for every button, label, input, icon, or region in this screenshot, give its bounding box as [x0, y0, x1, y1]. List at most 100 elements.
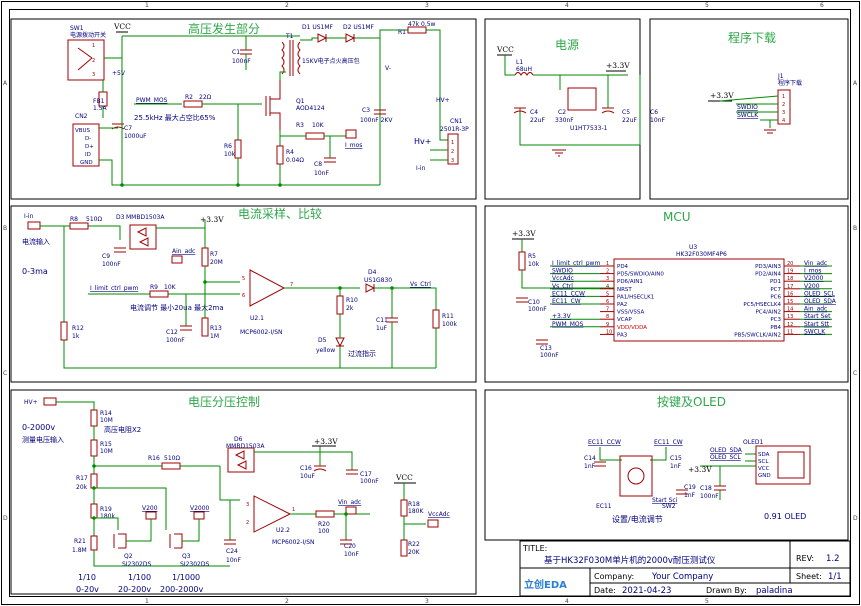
mcu-left-pin-num: 5 — [606, 291, 609, 297]
cur-r13-ref: R13 — [210, 325, 222, 332]
mcu-right-net-label: Start Stt — [804, 321, 830, 328]
section-hv-box — [10, 18, 477, 200]
grid-row-a: A — [3, 80, 8, 87]
svg-text:1: 1 — [92, 43, 95, 49]
cur-d3-val: MMBD1503A — [126, 214, 165, 221]
cur-d4-symbol — [365, 283, 376, 293]
hv-q1-symbol — [270, 80, 281, 130]
mcu-c10-ref: C10 — [528, 299, 540, 306]
hv-imos-port — [345, 129, 357, 139]
mcu-pin-group: PD4 1 I_limit_ctrl_pwm PD5/SWDIO/AIN0 2 SWDIO… — [550, 260, 837, 338]
hv-c7-ref: C7 — [124, 125, 132, 132]
cur-r8-ref: R8 — [70, 216, 78, 223]
mcu-left-pin-label: PA1/HSECLK1 — [617, 294, 654, 300]
keys-c19-val: 1nF — [684, 492, 696, 499]
hv-t1-ref: T1 — [285, 33, 294, 40]
hv-r6-symbol — [234, 139, 242, 159]
keys-scl-net: OLED_SCL — [710, 454, 741, 461]
volt-range: 0-2000v — [22, 423, 55, 432]
cur-limit-net: I_limit_ctrl_pwm — [90, 285, 138, 292]
cur-r7-val: 20M — [210, 259, 223, 266]
cur-r10-val: 2k — [346, 305, 354, 312]
mcu-circuit: +3.3V R5 10k C10 100nF C13 100nF U3 HK32… — [512, 229, 837, 359]
cur-r9-val: 10K — [164, 284, 177, 291]
keys-c14-ref: C14 — [584, 455, 596, 462]
mcu-r5-ref: R5 — [528, 253, 536, 260]
volt-c16-ref: C16 — [300, 465, 312, 472]
hv-r4-symbol — [276, 145, 284, 165]
cur-r8-val: 510Ω — [86, 216, 102, 223]
volt-ratio-1: 1/10 — [78, 573, 96, 582]
grid-col-5-bottom: 5 — [705, 598, 709, 605]
hv-sw1-desc: 电源拨动开关 — [70, 31, 106, 39]
hv-hvplus-label: HV+ — [436, 97, 450, 104]
mcu-c13-ref: C13 — [540, 345, 552, 352]
tb-date-label: Date: — [594, 586, 616, 595]
keys-c18-val: 100nF — [700, 493, 719, 500]
cur-r11-symbol — [432, 309, 440, 329]
cur-r13-symbol — [201, 317, 209, 337]
cur-r9-symbol — [149, 290, 169, 298]
volt-r19-ref: R19 — [100, 506, 112, 513]
section-hv-title: 高压发生部分 — [188, 21, 260, 36]
volt-vccadc-net: VccAdc — [428, 511, 450, 518]
cur-input-label: 电流输入 — [22, 237, 50, 246]
grid-row-c-right: C — [853, 370, 857, 377]
mcu-left-pin-label: VSS/VSSA — [617, 310, 644, 316]
volt-u2-val: MCP6002-I/SN — [272, 539, 315, 546]
mcu-right-pin-num: 18 — [787, 276, 793, 282]
volt-c20-ref: C20 — [344, 543, 356, 550]
tb-logo: 立创EDA — [524, 578, 567, 591]
keys-oled-label: 0.91 OLED — [764, 512, 806, 521]
cur-33v-label: +3.3V — [200, 215, 224, 224]
grid-row-d-right: D — [853, 515, 858, 522]
power-u1-val: HT7533-1 — [578, 125, 608, 132]
section-power-title: 电源 — [555, 38, 579, 52]
cur-c12-ref: C12 — [166, 329, 178, 336]
hv-r1-val: 47k 0.5w — [408, 21, 436, 28]
hv-iin-label: I-in — [416, 165, 426, 172]
power-l1-val: 68uH — [516, 66, 532, 73]
section-keys-title: 按键及OLED — [657, 395, 726, 409]
hv-r6-val: 10k — [224, 151, 236, 158]
mcu-u3-ref: U3 — [689, 244, 697, 251]
prog-circuit: +3.3V J1 程序下载 1 2 3 4 SWDIO SWCLK — [708, 73, 802, 134]
power-c5-val: 22uF — [622, 117, 637, 124]
mcu-left-pin-label: PA3 — [617, 332, 628, 338]
volt-r18-symbol — [400, 499, 408, 517]
mcu-right-net-label: I_mos — [804, 268, 821, 275]
volt-r18-val: 180K — [408, 508, 424, 515]
mcu-right-pin-label: PC7 — [770, 287, 781, 293]
mcu-right-net-label: V2000 — [804, 275, 824, 282]
svg-text:2: 2 — [451, 149, 454, 155]
tb-rev-label: REV: — [796, 554, 814, 563]
cur-r7-symbol — [201, 247, 209, 267]
hv-r3-symbol — [305, 132, 325, 140]
hv-hvplus2-label: Hv+ — [414, 137, 431, 146]
hv-r4-val: 0.04Ω — [286, 157, 304, 164]
tb-company-label: Company: — [594, 572, 634, 581]
mcu-left-pin-label: PA2 — [617, 302, 627, 308]
volt-vcc-label: VCC — [395, 473, 413, 482]
mcu-right-pin-num: 16 — [787, 291, 793, 297]
cur-d4-val: US1G830 — [364, 277, 392, 284]
mcu-right-pin-label: PC6 — [770, 294, 781, 300]
svg-text:SCL: SCL — [758, 459, 769, 465]
mcu-right-pin-label: PB5/SWCLK/AIN2 — [734, 332, 781, 338]
volt-v200-net: V200 — [142, 505, 158, 512]
cur-c12-val: 100nF — [166, 337, 185, 344]
mcu-left-pin-num: 7 — [606, 307, 609, 313]
keys-c15-ref: C15 — [670, 455, 682, 462]
keys-c14-val: 1nF — [584, 463, 596, 470]
hv-r3-ref: R3 — [296, 122, 304, 129]
current-circuit: I-in 电流输入 0-3ma R8 510Ω D3 MMBD1503A +3.… — [22, 213, 457, 369]
tb-drawn: paladina — [756, 586, 793, 596]
hv-d2-symbol — [345, 33, 356, 43]
cur-c9-ref: C9 — [102, 253, 110, 260]
mcu-left-pin-label: PD4 — [617, 264, 629, 270]
mcu-33v-a: +3.3V — [512, 229, 536, 238]
hv-c1-ref: C1 — [232, 49, 240, 56]
cur-u2-val: MCP6002-I/SN — [240, 329, 283, 336]
mcu-r5-symbol — [518, 251, 526, 271]
volt-r14-val: 10M — [100, 417, 113, 424]
